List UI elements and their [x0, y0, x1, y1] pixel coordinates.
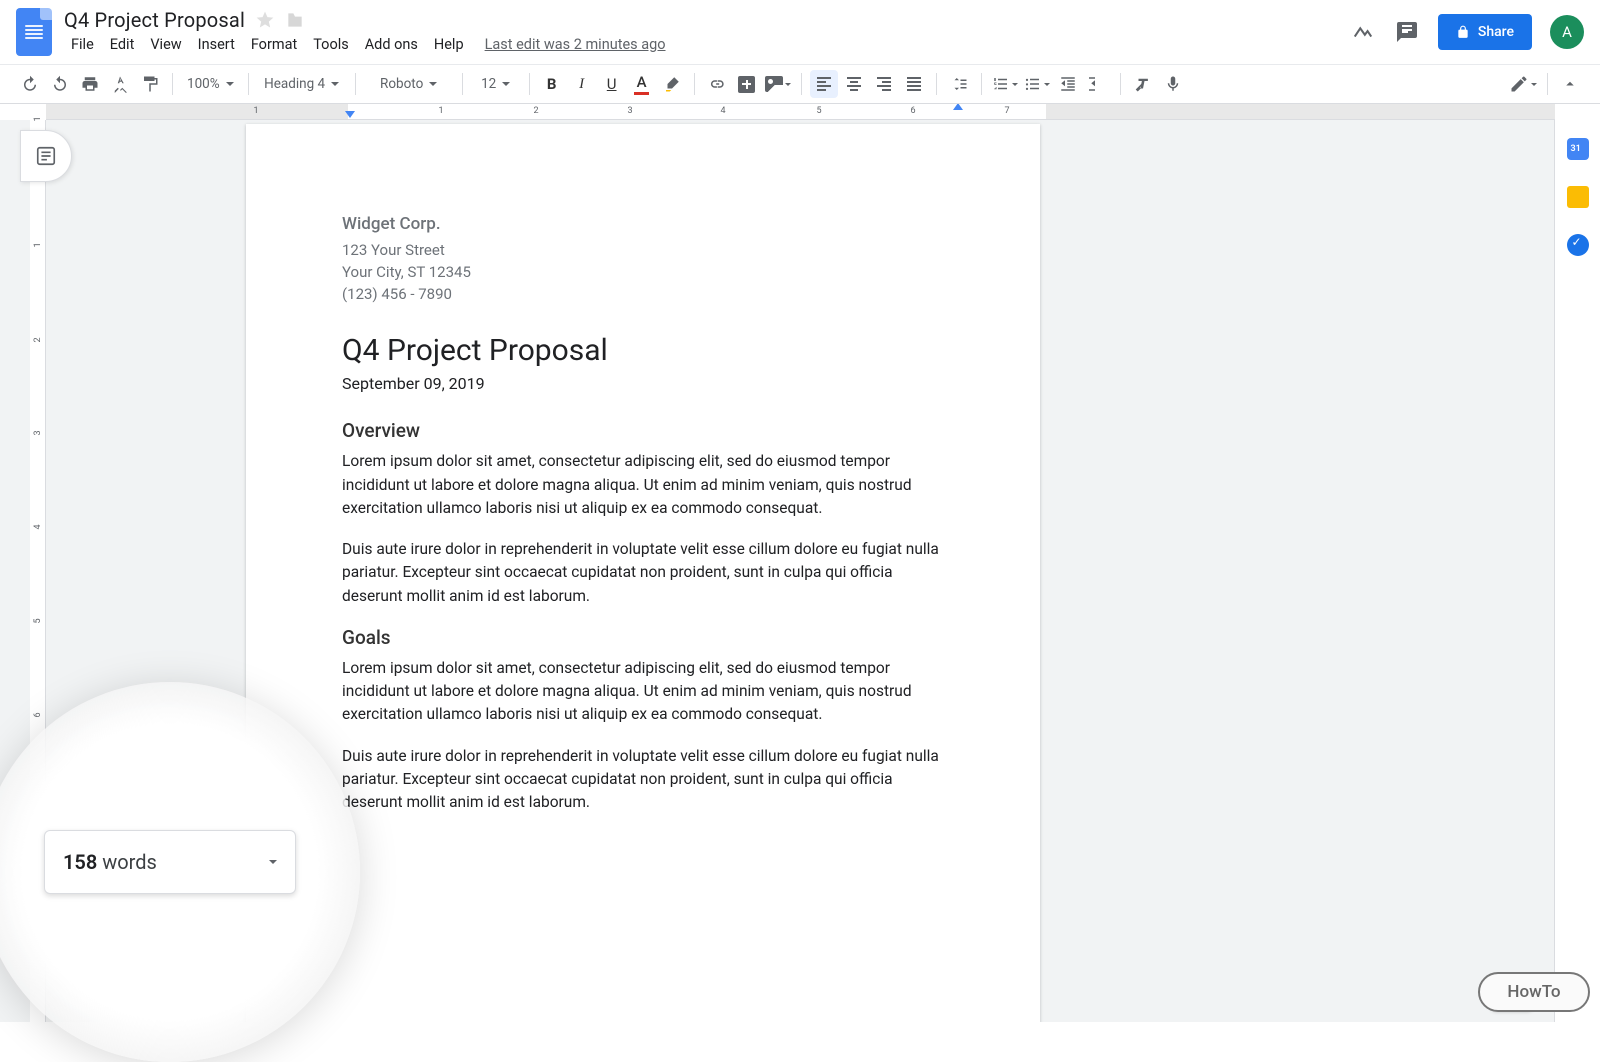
paint-format-button[interactable] — [136, 70, 164, 98]
menu-tools[interactable]: Tools — [306, 34, 356, 55]
activity-icon[interactable] — [1350, 19, 1376, 45]
calendar-addon-icon[interactable] — [1567, 138, 1589, 160]
document-date[interactable]: September 09, 2019 — [342, 374, 944, 393]
separator — [1547, 73, 1548, 95]
insert-link-button[interactable] — [703, 70, 731, 98]
undo-button[interactable] — [16, 70, 44, 98]
howto-watermark: HowTo — [1478, 972, 1590, 1012]
line-spacing-button[interactable] — [945, 70, 973, 98]
menu-view[interactable]: View — [143, 34, 188, 55]
phone[interactable]: (123) 456 - 7890 — [342, 284, 944, 306]
menu-file[interactable]: File — [64, 34, 101, 55]
underline-button[interactable]: U — [598, 70, 626, 98]
separator — [248, 73, 249, 95]
separator — [529, 73, 530, 95]
outline-icon — [35, 145, 57, 167]
separator — [936, 73, 937, 95]
align-left-button[interactable] — [810, 70, 838, 98]
decrease-indent-button[interactable] — [1054, 70, 1082, 98]
address-line-1[interactable]: 123 Your Street — [342, 240, 944, 262]
separator — [355, 73, 356, 95]
star-icon[interactable] — [255, 10, 275, 30]
toolbar: 100% Heading 4 Roboto 12 B I U A — [0, 64, 1600, 104]
page[interactable]: Widget Corp. 123 Your Street Your City, … — [246, 124, 1040, 1022]
right-indent-marker-icon[interactable] — [953, 104, 963, 110]
insert-image-button[interactable] — [763, 70, 793, 98]
font-size-dropdown[interactable]: 12 — [471, 70, 521, 98]
horizontal-ruler[interactable]: 11234567 — [46, 104, 1555, 120]
paragraph[interactable]: Lorem ipsum dolor sit amet, consectetur … — [342, 450, 944, 520]
paragraph[interactable]: Duis aute irure dolor in reprehenderit i… — [342, 538, 944, 608]
collapse-toolbar-button[interactable] — [1556, 70, 1584, 98]
print-button[interactable] — [76, 70, 104, 98]
paragraph[interactable]: Duis aute irure dolor in reprehenderit i… — [342, 745, 944, 815]
font-dropdown[interactable]: Roboto — [364, 70, 454, 98]
move-folder-icon[interactable] — [285, 10, 305, 30]
menu-format[interactable]: Format — [244, 34, 304, 55]
bulleted-list-button[interactable] — [1022, 70, 1052, 98]
side-panel — [1554, 120, 1600, 1022]
keep-addon-icon[interactable] — [1567, 186, 1589, 208]
spellcheck-button[interactable] — [106, 70, 134, 98]
account-avatar[interactable]: A — [1550, 15, 1584, 49]
heading-overview[interactable]: Overview — [342, 419, 944, 442]
document-title[interactable]: Q4 Project Proposal — [64, 8, 245, 32]
separator — [172, 73, 173, 95]
menu-help[interactable]: Help — [427, 34, 471, 55]
app-header: Q4 Project Proposal File Edit View Inser… — [0, 0, 1600, 64]
comments-icon[interactable] — [1394, 19, 1420, 45]
italic-button[interactable]: I — [568, 70, 596, 98]
menubar: File Edit View Insert Format Tools Add o… — [64, 34, 1350, 55]
paragraph[interactable]: Lorem ipsum dolor sit amet, consectetur … — [342, 657, 944, 727]
document-heading-title[interactable]: Q4 Project Proposal — [342, 333, 944, 368]
separator — [462, 73, 463, 95]
menu-edit[interactable]: Edit — [103, 34, 142, 55]
highlight-button[interactable] — [658, 70, 686, 98]
separator — [981, 73, 982, 95]
menu-addons[interactable]: Add ons — [358, 34, 425, 55]
last-edit-link[interactable]: Last edit was 2 minutes ago — [485, 36, 666, 53]
increase-indent-button[interactable] — [1084, 70, 1112, 98]
numbered-list-button[interactable] — [990, 70, 1020, 98]
menu-insert[interactable]: Insert — [191, 34, 242, 55]
style-dropdown[interactable]: Heading 4 — [257, 70, 347, 98]
zoom-dropdown[interactable]: 100% — [181, 70, 240, 98]
align-center-button[interactable] — [840, 70, 868, 98]
tasks-addon-icon[interactable] — [1567, 234, 1589, 256]
editing-mode-button[interactable] — [1507, 70, 1539, 98]
address-line-2[interactable]: Your City, ST 12345 — [342, 262, 944, 284]
document-outline-button[interactable] — [20, 130, 72, 182]
share-label: Share — [1478, 24, 1514, 40]
wordcount-dropdown[interactable]: 158 words — [44, 830, 296, 894]
voice-typing-button[interactable] — [1159, 70, 1187, 98]
insert-comment-button[interactable] — [733, 70, 761, 98]
separator — [1120, 73, 1121, 95]
text-color-button[interactable]: A — [628, 70, 656, 98]
redo-button[interactable] — [46, 70, 74, 98]
align-justify-button[interactable] — [900, 70, 928, 98]
align-right-button[interactable] — [870, 70, 898, 98]
separator — [801, 73, 802, 95]
indent-marker-icon[interactable] — [345, 111, 355, 118]
separator — [694, 73, 695, 95]
lock-icon — [1456, 25, 1470, 39]
bold-button[interactable]: B — [538, 70, 566, 98]
chevron-down-icon — [269, 860, 277, 864]
wordcount-text: 158 words — [63, 850, 157, 874]
clear-formatting-button[interactable] — [1129, 70, 1157, 98]
company-name[interactable]: Widget Corp. — [342, 214, 944, 234]
share-button[interactable]: Share — [1438, 14, 1532, 50]
docs-app-icon[interactable] — [16, 8, 52, 56]
heading-goals[interactable]: Goals — [342, 626, 944, 649]
